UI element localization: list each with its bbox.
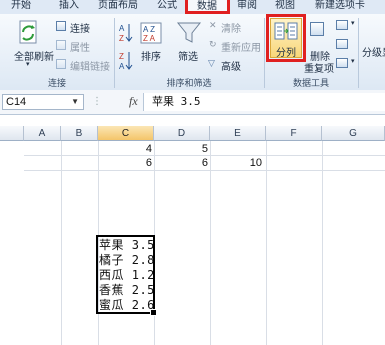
gridline xyxy=(61,141,62,345)
column-header[interactable]: A xyxy=(24,126,61,141)
formula-input[interactable]: 苹果 3.5 xyxy=(143,93,385,111)
edit-links-icon xyxy=(56,59,66,69)
remove-duplicates-icon xyxy=(310,22,324,36)
cell-d2[interactable]: 6 xyxy=(156,156,208,171)
cell-c1[interactable]: 4 xyxy=(100,142,152,157)
advanced-button[interactable]: 高级 xyxy=(221,58,241,73)
column-header[interactable]: B xyxy=(61,126,98,141)
connections-button[interactable]: 连接 xyxy=(70,20,90,35)
tab-formulas[interactable]: 公式 xyxy=(152,0,182,14)
reapply-button[interactable]: 重新应用 xyxy=(221,39,261,54)
tab-home[interactable]: 开始 xyxy=(6,0,36,14)
group-divider xyxy=(358,18,359,88)
tab-insert[interactable]: 插入 xyxy=(54,0,84,14)
svg-text:Z: Z xyxy=(119,34,124,43)
gridline xyxy=(210,141,211,345)
reapply-icon: ↻ xyxy=(209,39,217,49)
select-all-corner[interactable] xyxy=(0,126,24,141)
svg-text:Z A: Z A xyxy=(143,34,156,43)
formula-bar: C14 ▼ ⋮ fx 苹果 3.5 xyxy=(0,90,385,115)
consolidate-icon[interactable] xyxy=(336,39,348,49)
sort-icon: A Z Z A xyxy=(140,22,162,44)
fill-handle[interactable] xyxy=(150,309,157,316)
cell-d1[interactable]: 5 xyxy=(156,142,208,157)
highlight-text-to-columns xyxy=(266,14,306,62)
chevron-down-icon[interactable]: ▾ xyxy=(26,60,30,68)
tab-page-layout[interactable]: 页面布局 xyxy=(94,0,142,14)
data-validation-icon[interactable] xyxy=(336,20,348,30)
column-header-selected[interactable]: C xyxy=(98,126,154,141)
advanced-filter-icon: ▽ xyxy=(208,58,215,68)
cell-c2[interactable]: 6 xyxy=(100,156,152,171)
tab-new[interactable]: 新建选项卡 xyxy=(310,0,370,14)
svg-text:Z: Z xyxy=(119,52,124,61)
sort-filter-group-label: 排序和筛选 xyxy=(166,78,212,88)
svg-text:A Z: A Z xyxy=(143,25,155,34)
data-tools-group-label: 数据工具 xyxy=(292,78,329,88)
svg-text:A: A xyxy=(119,62,125,71)
properties-icon xyxy=(56,40,66,50)
refresh-all-button[interactable]: 全部刷新 xyxy=(14,48,54,63)
duplicates-label: 重复项 xyxy=(304,64,334,75)
column-header[interactable]: E xyxy=(210,126,266,141)
fx-icon[interactable]: fx xyxy=(129,94,138,109)
sort-ascending-icon[interactable]: A Z xyxy=(119,22,133,46)
sort-descending-icon[interactable]: Z A xyxy=(119,50,133,74)
highlight-data-tab xyxy=(185,0,230,14)
refresh-all-icon xyxy=(18,20,40,46)
gridline xyxy=(322,141,323,345)
name-box-value: C14 xyxy=(6,96,27,108)
formula-bar-separator-icon: ⋮ xyxy=(92,96,102,107)
edit-links-button[interactable]: 编辑链接 xyxy=(70,58,110,73)
name-box[interactable]: C14 ▼ xyxy=(2,94,84,110)
filter-funnel-icon xyxy=(176,20,202,46)
column-header[interactable]: G xyxy=(322,126,385,141)
clear-button[interactable]: 清除 xyxy=(221,20,241,35)
chevron-down-icon[interactable]: ▼ xyxy=(71,95,79,109)
tab-review[interactable]: 审阅 xyxy=(232,0,262,14)
filter-button[interactable]: 筛选 xyxy=(178,48,198,63)
column-header[interactable]: D xyxy=(154,126,210,141)
cell-e2[interactable]: 10 xyxy=(212,156,262,171)
chevron-down-icon[interactable]: ▾ xyxy=(351,19,355,27)
tab-view[interactable]: 视图 xyxy=(270,0,300,14)
svg-text:A: A xyxy=(119,24,125,33)
ungroup-button[interactable]: 分级显 xyxy=(362,44,385,59)
selection-range[interactable] xyxy=(96,235,155,314)
properties-button[interactable]: 属性 xyxy=(70,39,90,54)
clear-icon: ✕ xyxy=(209,20,217,30)
gridline xyxy=(266,141,267,345)
ribbon: 全部刷新 ▾ 连接 属性 编辑链接 连接 A Z Z A A Z Z A 排序 xyxy=(0,14,385,91)
what-if-icon[interactable] xyxy=(336,58,348,68)
sort-button[interactable]: 排序 xyxy=(141,48,161,63)
column-header[interactable]: F xyxy=(266,126,322,141)
connections-icon xyxy=(56,21,66,31)
connections-group-label: 连接 xyxy=(47,78,66,88)
chevron-down-icon[interactable]: ▾ xyxy=(351,57,355,65)
